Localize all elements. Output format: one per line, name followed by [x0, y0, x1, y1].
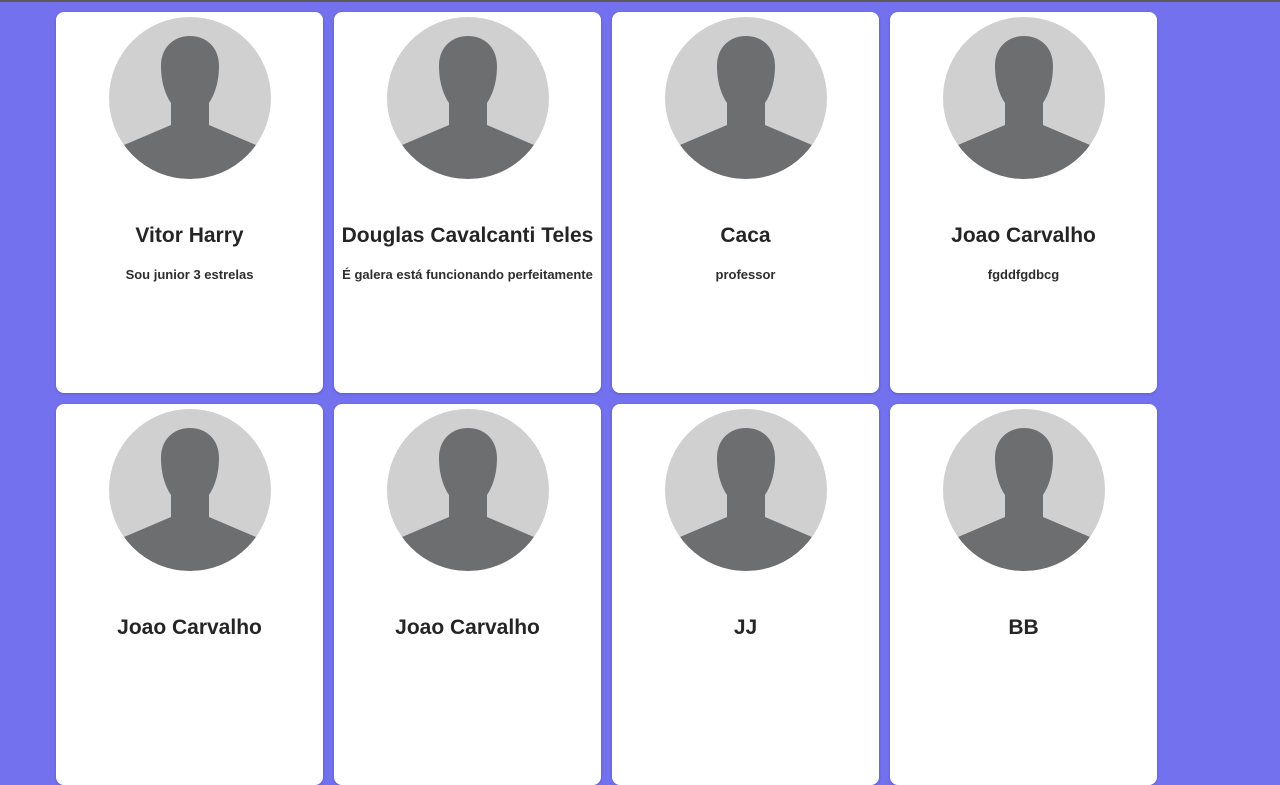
avatar	[108, 409, 271, 571]
profile-grid: Vitor Harry Sou junior 3 estrelas Dougla…	[56, 12, 1157, 785]
avatar	[664, 17, 827, 179]
profile-name: Douglas Cavalcanti Teles	[341, 224, 594, 247]
avatar	[664, 409, 827, 571]
person-silhouette-icon	[679, 36, 812, 179]
person-silhouette-icon	[123, 36, 256, 179]
profile-name: Joao Carvalho	[951, 224, 1096, 247]
avatar	[942, 409, 1105, 571]
profile-name: Vitor Harry	[135, 224, 244, 247]
avatar	[386, 409, 549, 571]
profile-card[interactable]: Caca professor	[612, 12, 879, 393]
profile-card[interactable]: BB	[890, 404, 1157, 785]
person-silhouette-icon	[401, 36, 534, 179]
person-silhouette-icon	[957, 36, 1090, 179]
profile-name: JJ	[733, 616, 758, 639]
profile-card[interactable]: Vitor Harry Sou junior 3 estrelas	[56, 12, 323, 393]
person-silhouette-icon	[401, 428, 534, 571]
profile-bio: fgddfgdbcg	[987, 267, 1060, 283]
profile-bio: Sou junior 3 estrelas	[125, 267, 254, 283]
profile-name: Joao Carvalho	[395, 616, 540, 639]
profile-name: BB	[1008, 616, 1039, 639]
top-border	[0, 0, 1280, 2]
person-silhouette-icon	[957, 428, 1090, 571]
profile-card[interactable]: Joao Carvalho	[56, 404, 323, 785]
profile-bio: professor	[715, 267, 776, 283]
profile-card[interactable]: Douglas Cavalcanti Teles É galera está f…	[334, 12, 601, 393]
person-silhouette-icon	[679, 428, 812, 571]
person-silhouette-icon	[123, 428, 256, 571]
avatar	[108, 17, 271, 179]
profile-card[interactable]: Joao Carvalho fgddfgdbcg	[890, 12, 1157, 393]
profile-card[interactable]: Joao Carvalho	[334, 404, 601, 785]
avatar	[386, 17, 549, 179]
avatar	[942, 17, 1105, 179]
profile-name: Caca	[720, 224, 771, 247]
profile-card[interactable]: JJ	[612, 404, 879, 785]
profile-bio: É galera está funcionando perfeitamente	[342, 267, 593, 283]
profile-name: Joao Carvalho	[117, 616, 262, 639]
